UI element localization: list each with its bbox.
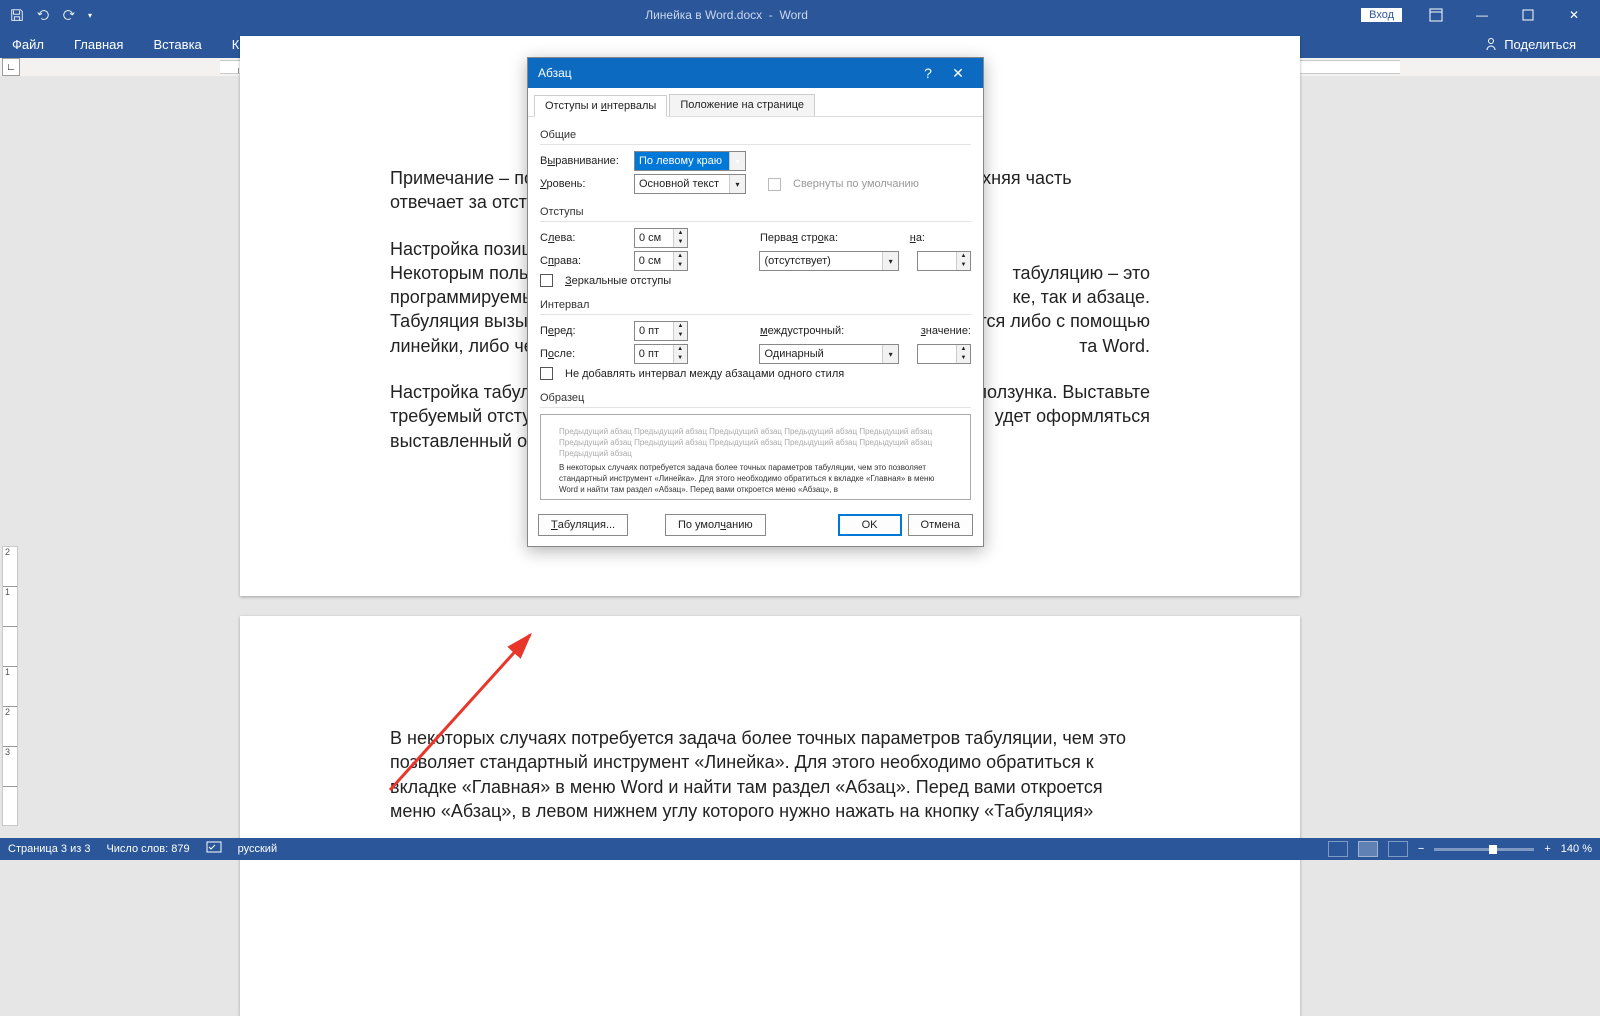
word-count[interactable]: Число слов: 879 xyxy=(106,843,189,855)
sign-in-button[interactable]: Вход xyxy=(1361,8,1402,22)
special-combo[interactable]: (отсутствует)▾ xyxy=(759,251,899,271)
language-status[interactable]: русский xyxy=(238,843,277,855)
left-indent-spinner[interactable]: 0 см▲▼ xyxy=(634,228,688,248)
by-label: на: xyxy=(910,232,925,244)
special-label: Первая строка: xyxy=(760,232,880,244)
set-default-button[interactable]: По умолчанию xyxy=(665,514,766,536)
outline-combo[interactable]: Основной текст▾ xyxy=(634,174,746,194)
spellcheck-icon[interactable] xyxy=(206,841,222,858)
dialog-tabs: Отступы и интервалы Положение на страниц… xyxy=(528,88,983,117)
window-title: Линейка в Word.docx - Word xyxy=(92,8,1361,22)
mirror-label: Зеркальные отступы xyxy=(565,275,671,287)
cancel-button[interactable]: Отмена xyxy=(908,514,973,536)
maximize-icon[interactable] xyxy=(1506,0,1550,30)
group-spacing: Интервал xyxy=(540,299,595,311)
collapsed-checkbox[interactable] xyxy=(768,178,781,191)
at-spinner[interactable]: ▲▼ xyxy=(917,344,971,364)
tabs-button[interactable]: Табуляция... xyxy=(538,514,628,536)
linespacing-label: междустрочный: xyxy=(760,325,880,337)
by-spinner[interactable]: ▲▼ xyxy=(917,251,971,271)
vertical-ruler[interactable]: 21123 xyxy=(2,546,18,826)
page-count[interactable]: Страница 3 из 3 xyxy=(8,843,90,855)
minimize-icon[interactable]: — xyxy=(1460,0,1504,30)
page[interactable]: В некоторых случаях потребуется задача б… xyxy=(240,616,1300,1016)
preview-box: Предыдущий абзац Предыдущий абзац Предыд… xyxy=(540,414,971,500)
at-label: значение: xyxy=(921,325,971,337)
group-preview: Образец xyxy=(540,392,590,404)
before-label: Перед: xyxy=(540,325,628,337)
group-indents: Отступы xyxy=(540,206,590,218)
alignment-combo[interactable]: По левому краю▾ xyxy=(634,151,746,171)
dialog-button-row: Табуляция... По умолчанию OK Отмена xyxy=(528,508,983,546)
status-bar: Страница 3 из 3 Число слов: 879 русский … xyxy=(0,838,1600,860)
redo-icon[interactable] xyxy=(62,8,76,22)
print-layout-icon[interactable] xyxy=(1358,841,1378,857)
undo-icon[interactable] xyxy=(36,8,50,22)
right-indent-spinner[interactable]: 0 см▲▼ xyxy=(634,251,688,271)
web-layout-icon[interactable] xyxy=(1388,841,1408,857)
after-spinner[interactable]: 0 пт▲▼ xyxy=(634,344,688,364)
ok-button[interactable]: OK xyxy=(838,514,902,536)
collapsed-label: Свернуты по умолчанию xyxy=(793,178,919,190)
left-indent-label: Слева: xyxy=(540,232,628,244)
tab-indents-spacing[interactable]: Отступы и интервалы xyxy=(534,95,667,117)
before-spinner[interactable]: 0 пт▲▼ xyxy=(634,321,688,341)
tab-home[interactable]: Главная xyxy=(68,37,129,52)
zoom-out-icon[interactable]: − xyxy=(1418,843,1424,855)
nospace-checkbox[interactable] xyxy=(540,367,553,380)
alignment-label: Выравнивание: xyxy=(540,155,628,167)
right-indent-label: Справа: xyxy=(540,255,628,267)
read-mode-icon[interactable] xyxy=(1328,841,1348,857)
mirror-checkbox[interactable] xyxy=(540,274,553,287)
tab-file[interactable]: Файл xyxy=(6,37,50,52)
nospace-label: Не добавлять интервал между абзацами одн… xyxy=(565,368,844,380)
dialog-title: Абзац xyxy=(538,66,913,80)
save-icon[interactable] xyxy=(10,8,24,22)
document-body[interactable]: В некоторых случаях потребуется задача б… xyxy=(390,726,1150,823)
close-icon[interactable]: ✕ xyxy=(943,65,973,82)
outline-label: Уровень: xyxy=(540,178,628,190)
zoom-slider[interactable] xyxy=(1434,848,1534,851)
quick-access-toolbar: ▾ xyxy=(0,8,92,22)
zoom-in-icon[interactable]: + xyxy=(1544,843,1550,855)
linespacing-combo[interactable]: Одинарный▾ xyxy=(759,344,899,364)
tab-line-page-breaks[interactable]: Положение на странице xyxy=(669,94,815,116)
tab-insert[interactable]: Вставка xyxy=(147,37,207,52)
share-button[interactable]: Поделиться xyxy=(1504,37,1576,52)
share-icon xyxy=(1484,37,1498,51)
help-icon[interactable]: ? xyxy=(913,65,943,81)
tab-selector-button[interactable]: ∟ xyxy=(2,58,20,76)
group-general: Общие xyxy=(540,129,582,141)
ribbon-display-icon[interactable] xyxy=(1414,0,1458,30)
paragraph-dialog: Абзац ? ✕ Отступы и интервалы Положение … xyxy=(527,57,984,547)
after-label: После: xyxy=(540,348,628,360)
zoom-level[interactable]: 140 % xyxy=(1561,843,1592,855)
close-icon[interactable]: ✕ xyxy=(1552,0,1596,30)
dialog-title-bar[interactable]: Абзац ? ✕ xyxy=(528,58,983,88)
title-bar: ▾ Линейка в Word.docx - Word Вход — ✕ xyxy=(0,0,1600,30)
